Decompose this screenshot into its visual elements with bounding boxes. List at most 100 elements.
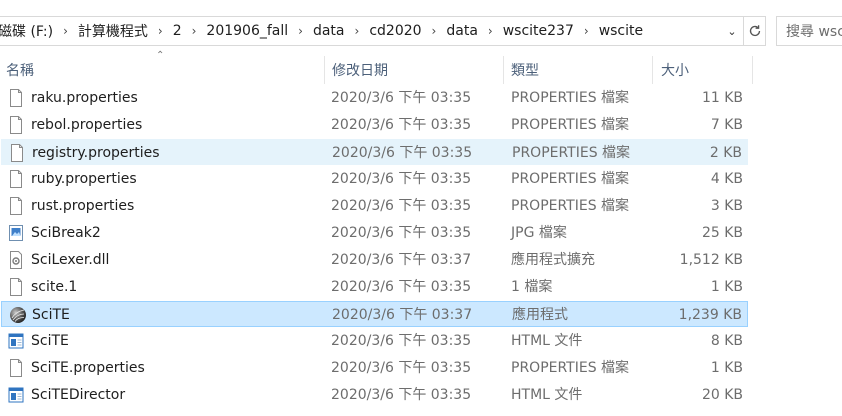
file-row[interactable]: registry.properties 2020/3/6 下午 03:35 PROP… <box>1 139 748 165</box>
file-name: SciTE <box>32 307 70 323</box>
file-date: 2020/3/6 下午 03:35 <box>331 225 472 241</box>
file-type: HTML 文件 <box>511 333 583 349</box>
breadcrumb-item[interactable]: 201906_fall <box>200 23 294 39</box>
file-name: SciTEDirector <box>31 387 126 403</box>
breadcrumb-separator-icon[interactable]: › <box>294 24 307 38</box>
file-date: 2020/3/6 下午 03:35 <box>332 145 473 161</box>
file-name: SciLexer.dll <box>31 252 110 268</box>
file-name: rust.properties <box>31 198 135 214</box>
file-row[interactable]: scite.1 2020/3/6 下午 03:35 1 檔案 1 KB <box>1 274 748 300</box>
file-name: rebol.properties <box>31 117 143 133</box>
file-size: 1 KB <box>710 360 743 376</box>
file-date: 2020/3/6 下午 03:35 <box>331 360 472 376</box>
file-size: 1,512 KB <box>679 252 743 268</box>
document-icon <box>8 359 24 377</box>
file-type: 應用程式 <box>512 307 568 323</box>
file-type: PROPERTIES 檔案 <box>511 171 630 187</box>
document-icon <box>8 197 24 215</box>
column-header-size-label: 大小 <box>661 63 689 79</box>
file-size: 8 KB <box>710 333 743 349</box>
breadcrumb-item[interactable]: cd2020 <box>363 23 427 39</box>
breadcrumb-item[interactable]: data <box>307 23 351 39</box>
column-header-date-label: 修改日期 <box>332 63 388 79</box>
breadcrumb-item[interactable]: 磁碟 (F:) <box>0 21 59 41</box>
column-divider[interactable] <box>652 56 653 84</box>
breadcrumb-item[interactable]: wscite <box>593 23 649 39</box>
column-header-type[interactable]: 類型 <box>511 56 651 84</box>
file-type: 1 檔案 <box>511 279 553 295</box>
file-name: raku.properties <box>31 90 138 106</box>
file-type: PROPERTIES 檔案 <box>512 145 631 161</box>
breadcrumb-separator-icon[interactable]: › <box>154 24 167 38</box>
column-header-name-label: 名稱 <box>6 63 34 79</box>
file-row[interactable]: ruby.properties 2020/3/6 下午 03:35 PROPERTI… <box>1 166 748 192</box>
document-icon <box>8 278 24 296</box>
breadcrumb-separator-icon[interactable]: › <box>484 24 497 38</box>
chevron-down-icon: ⌄ <box>727 24 737 38</box>
breadcrumb-item[interactable]: 2 <box>167 23 188 39</box>
file-type: JPG 檔案 <box>511 225 567 241</box>
file-size: 1,239 KB <box>678 307 742 323</box>
file-name: SciTE <box>31 333 69 349</box>
file-date: 2020/3/6 下午 03:35 <box>331 279 472 295</box>
file-name: registry.properties <box>32 145 160 161</box>
breadcrumb-separator-icon[interactable]: › <box>188 24 201 38</box>
file-type: PROPERTIES 檔案 <box>511 360 630 376</box>
file-row[interactable]: SciLexer.dll 2020/3/6 下午 03:37 應用程式擴充 1,512… <box>1 247 748 273</box>
column-divider[interactable] <box>752 56 753 84</box>
file-date: 2020/3/6 下午 03:37 <box>332 307 473 323</box>
scite-app-icon <box>9 306 26 324</box>
file-size: 20 KB <box>701 387 743 403</box>
file-row[interactable]: raku.properties 2020/3/6 下午 03:35 PROPERTI… <box>1 85 748 111</box>
column-header-size[interactable]: 大小 <box>661 56 751 84</box>
breadcrumb-separator-icon[interactable]: › <box>428 24 441 38</box>
file-row[interactable]: rust.properties 2020/3/6 下午 03:35 PROPERTI… <box>1 193 748 219</box>
file-size: 7 KB <box>710 117 743 133</box>
breadcrumb-separator-icon[interactable]: › <box>59 24 72 38</box>
column-header-type-label: 類型 <box>511 63 539 79</box>
column-header-date[interactable]: 修改日期 <box>332 56 502 84</box>
file-row[interactable]: SciTEDirector 2020/3/6 下午 03:35 HTML 文件 20 … <box>1 382 748 408</box>
document-icon <box>8 89 24 107</box>
file-type: 應用程式擴充 <box>511 252 595 268</box>
breadcrumb-item[interactable]: wscite237 <box>497 23 580 39</box>
html-icon <box>8 332 24 350</box>
file-type: PROPERTIES 檔案 <box>511 117 630 133</box>
file-row[interactable]: SciTE 2020/3/6 下午 03:37 應用程式 1,239 KB <box>1 301 748 327</box>
file-row[interactable]: SciTE.properties 2020/3/6 下午 03:35 PROPERT… <box>1 355 748 381</box>
refresh-button[interactable] <box>744 16 766 46</box>
file-size: 11 KB <box>701 90 743 106</box>
column-header-name[interactable]: 名稱 <box>6 56 326 84</box>
breadcrumb-item[interactable]: data <box>440 23 484 39</box>
address-dropdown-button[interactable]: ⌄ <box>721 17 743 45</box>
file-date: 2020/3/6 下午 03:35 <box>331 117 472 133</box>
file-size: 2 KB <box>709 145 742 161</box>
address-bar[interactable]: 磁碟 (F:) › 計算機程式 › 2 › 201906_fall › data › cd2020 ›… <box>0 16 744 46</box>
dll-icon <box>8 251 24 269</box>
column-divider[interactable] <box>503 56 504 84</box>
file-name: scite.1 <box>31 279 78 295</box>
document-icon <box>8 170 24 188</box>
document-icon <box>9 144 25 162</box>
file-date: 2020/3/6 下午 03:35 <box>331 90 472 106</box>
search-placeholder: 搜尋 wscite <box>786 24 842 40</box>
document-icon <box>8 116 24 134</box>
file-row[interactable]: SciTE 2020/3/6 下午 03:35 HTML 文件 8 KB <box>1 328 748 354</box>
file-row[interactable]: rebol.properties 2020/3/6 下午 03:35 PROPERT… <box>1 112 748 138</box>
breadcrumb-separator-icon[interactable]: › <box>580 24 593 38</box>
breadcrumb-separator-icon[interactable]: › <box>351 24 364 38</box>
file-size: 3 KB <box>710 198 743 214</box>
refresh-icon <box>749 25 760 37</box>
file-date: 2020/3/6 下午 03:35 <box>331 171 472 187</box>
file-date: 2020/3/6 下午 03:35 <box>331 333 472 349</box>
breadcrumb-item[interactable]: 計算機程式 <box>72 21 154 41</box>
image-icon <box>8 224 24 242</box>
file-name: SciTE.properties <box>31 360 145 376</box>
breadcrumb: 磁碟 (F:) › 計算機程式 › 2 › 201906_fall › data › cd2020 ›… <box>0 21 649 41</box>
file-size: 1 KB <box>710 279 743 295</box>
file-row[interactable]: SciBreak2 2020/3/6 下午 03:35 JPG 檔案 25 KB <box>1 220 748 246</box>
column-divider[interactable] <box>324 56 325 84</box>
search-input[interactable]: 搜尋 wscite <box>776 16 842 46</box>
file-date: 2020/3/6 下午 03:35 <box>331 387 472 403</box>
file-size: 25 KB <box>701 225 743 241</box>
